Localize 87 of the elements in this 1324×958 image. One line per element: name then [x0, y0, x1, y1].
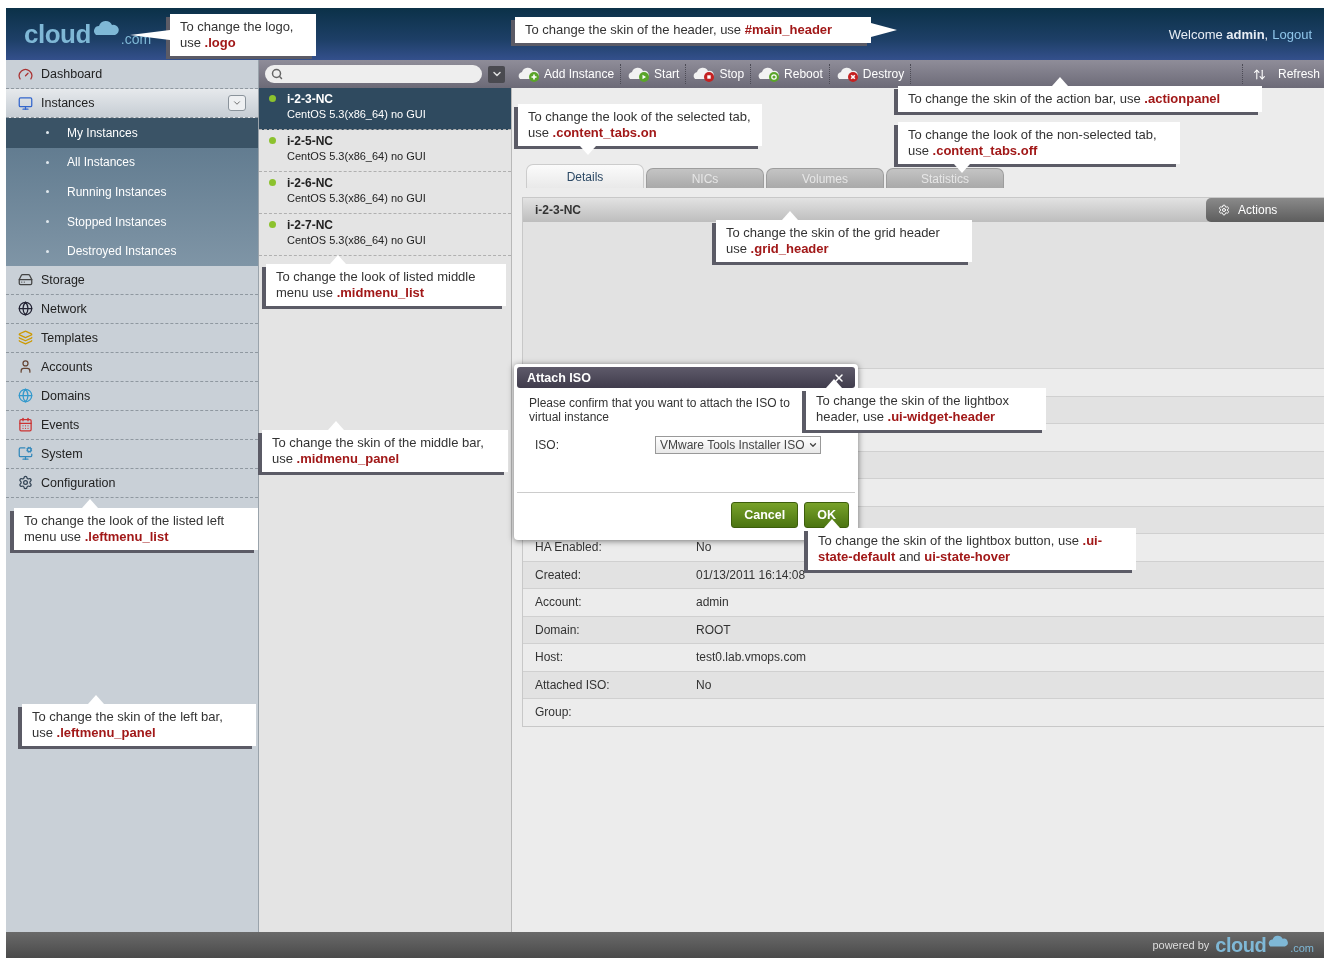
globe-icon: [18, 388, 33, 404]
field-label: ISO:: [535, 438, 560, 452]
left-menu-item[interactable]: Instances: [6, 89, 258, 118]
callout-pointer: [82, 499, 98, 508]
callout-pointer: [954, 164, 970, 173]
caret-icon: [232, 98, 242, 108]
field-value: 01/13/2011 16:14:08: [696, 567, 806, 582]
cloud-play-icon: [627, 65, 652, 83]
left-menu-item[interactable]: Network: [6, 294, 258, 324]
callout-pointer: [782, 211, 798, 220]
gear-icon: [18, 475, 33, 491]
powered-by-text: powered by: [1152, 939, 1210, 951]
field-label: Group:: [535, 705, 572, 720]
gear-icon: [1218, 204, 1230, 216]
action-button[interactable]: Start: [621, 64, 687, 84]
callout-pointer: [330, 255, 346, 264]
instance-item[interactable]: i-2-6-NC CentOS 5.3(x86_64) no GUI: [259, 172, 511, 214]
field-label: Domain:: [535, 622, 580, 637]
tab[interactable]: Details: [526, 164, 644, 188]
status-dot: [269, 221, 276, 228]
calendar-icon: [18, 417, 33, 433]
instance-item[interactable]: i-2-7-NC CentOS 5.3(x86_64) no GUI: [259, 214, 511, 256]
cloud-x-icon: [835, 65, 860, 83]
dialog-message: Please confirm that you want to attach the ISO to virtual instance: [529, 395, 791, 424]
logo: cloud .com: [1215, 933, 1314, 957]
left-menu-item[interactable]: Events: [6, 410, 258, 440]
grid-title: i-2-3-NC: [534, 203, 581, 217]
cloud-refresh-icon: [757, 65, 782, 83]
monitor-icon: [18, 446, 33, 462]
field-label: HA Enabled:: [535, 540, 602, 555]
submenu-item[interactable]: All Instances: [6, 147, 258, 178]
action-button[interactable]: Destroy: [829, 64, 912, 84]
submenu-item[interactable]: My Instances: [6, 118, 258, 148]
field-label: Created:: [535, 567, 582, 582]
submenu-item[interactable]: Running Instances: [6, 177, 258, 207]
expand-toggle[interactable]: [228, 95, 246, 111]
gauge-icon: [18, 66, 33, 82]
field-label: Host:: [535, 650, 563, 665]
field-value: test0.lab.vmops.com: [696, 650, 807, 665]
field-label: Account:: [535, 595, 582, 610]
field-value: No: [696, 677, 712, 692]
callout-pointer: [826, 379, 842, 388]
refresh-button[interactable]: Refresh: [1241, 64, 1320, 84]
field-label: Attached ISO:: [535, 677, 610, 692]
search-field[interactable]: [265, 65, 482, 83]
dialog-title: Attach ISO: [527, 370, 591, 385]
user-icon: [18, 359, 33, 375]
left-menu-item[interactable]: Accounts: [6, 352, 258, 382]
layers-icon: [18, 330, 33, 346]
callout-pointer: [88, 695, 104, 704]
iso-select[interactable]: VMware Tools Installer ISO: [655, 436, 821, 454]
action-button[interactable]: Reboot: [751, 64, 830, 84]
welcome-text: Welcome admin,: [1168, 26, 1269, 42]
actions-button[interactable]: Actions: [1206, 198, 1324, 222]
field-value: admin: [696, 595, 729, 610]
dialog-button[interactable]: OK: [804, 502, 849, 528]
instance-item[interactable]: i-2-5-NC CentOS 5.3(x86_64) no GUI: [259, 130, 511, 172]
callout-pointer: [580, 146, 596, 155]
logo: cloud .com: [24, 18, 152, 50]
search-icon: [271, 68, 283, 80]
action-button[interactable]: Add Instance: [511, 64, 622, 84]
submenu-item[interactable]: Stopped Instances: [6, 206, 258, 237]
caret-icon: [807, 440, 818, 450]
left-menu-item[interactable]: Templates: [6, 323, 258, 353]
cloud-stop-icon: [692, 65, 717, 83]
dropdown-button[interactable]: [488, 65, 505, 83]
monitor-icon: [18, 95, 33, 111]
left-menu-item[interactable]: Storage: [6, 265, 258, 295]
callout-pointer: [824, 519, 840, 528]
arrows-icon: [1252, 67, 1266, 81]
status-dot: [269, 95, 276, 102]
left-menu-item[interactable]: Configuration: [6, 468, 258, 498]
status-dot: [269, 179, 276, 186]
instance-item[interactable]: i-2-3-NC CentOS 5.3(x86_64) no GUI: [259, 88, 511, 130]
callout-pointer: [1052, 77, 1068, 86]
logout-link[interactable]: Logout: [1272, 26, 1312, 42]
field-value: ROOT: [696, 622, 731, 637]
action-button[interactable]: Stop: [686, 64, 752, 84]
callout-pointer: [328, 421, 344, 430]
close-icon[interactable]: [833, 371, 845, 384]
hard-drive-icon: [18, 272, 33, 288]
field-value: No: [696, 540, 712, 555]
cloud-plus-icon: [517, 65, 541, 83]
globe-icon: [18, 301, 33, 317]
status-dot: [269, 137, 276, 144]
left-menu-item[interactable]: Domains: [6, 381, 258, 411]
dialog-button[interactable]: Cancel: [731, 502, 799, 528]
